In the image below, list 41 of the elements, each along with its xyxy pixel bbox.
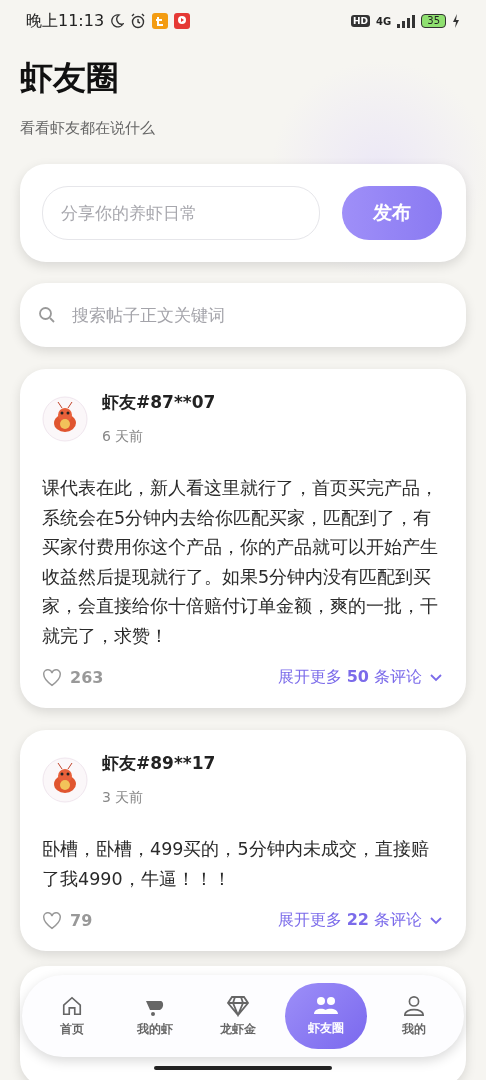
post-body: 卧槽，卧槽，499买的，5分钟内未成交，直接赔了我4990，牛逼！！！: [42, 838, 430, 891]
page-subtitle: 看看虾友都在说什么: [20, 119, 156, 138]
app-icon: [174, 13, 191, 29]
post-input[interactable]: 分享你的养虾日常: [42, 186, 320, 240]
crayfish-avatar: [42, 756, 88, 803]
nav-tab[interactable]: 虾友圈: [285, 983, 368, 1049]
charging-icon: [452, 14, 460, 28]
nav-tab[interactable]: 我的: [378, 988, 451, 1044]
network-label: 4G: [376, 15, 392, 27]
nav-tab[interactable]: 首页: [35, 988, 108, 1044]
crayfish-avatar: [42, 395, 88, 442]
expand-comments-link[interactable]: 展开更多 50 条评论: [277, 667, 442, 688]
signal-icon: [397, 14, 416, 28]
nav-tab[interactable]: 我的虾: [118, 988, 191, 1044]
search-bar[interactable]: 搜索帖子正文关键词: [20, 283, 466, 347]
app-icon: [152, 13, 169, 29]
post-time: 6 天前: [102, 428, 145, 446]
search-icon: [38, 306, 56, 324]
chevron-down-icon: [430, 916, 442, 925]
status-time: 晚上11:13: [26, 10, 105, 32]
battery-level: 35: [421, 14, 446, 28]
publish-button[interactable]: 发布: [342, 186, 442, 240]
moon-icon: [110, 14, 125, 28]
user-icon: [403, 994, 426, 1017]
expand-comments-link[interactable]: 展开更多 22 条评论: [277, 910, 442, 931]
user-name: 虾友#89**17: [102, 752, 216, 775]
page-title: 虾友圈: [20, 57, 120, 99]
people-icon: [313, 995, 340, 1016]
post-time: 3 天前: [102, 789, 145, 807]
like-count: 263: [70, 668, 104, 687]
chevron-down-icon: [430, 673, 442, 682]
nav-tab[interactable]: 龙虾金: [201, 988, 274, 1044]
home-icon: [60, 994, 83, 1017]
diamond-icon: [225, 994, 250, 1017]
like-count: 79: [70, 911, 93, 930]
user-name: 虾友#87**07: [102, 391, 216, 414]
heart-icon[interactable]: [42, 911, 62, 930]
alarm-icon: [130, 13, 147, 29]
hd-badge: HD: [351, 15, 371, 27]
post-body: 课代表在此，新人看这里就行了，首页买完产品，系统会在5分钟内去给你匹配买家，匹配到了，有买家付费用你这个产品，你的产品就可以开始产生收益然后提现就行了。如果5分钟内没有匹配到买家，会直接给你十倍赔付订单金额，爽的一批，干就完了，求赞！: [42, 477, 439, 648]
heart-icon[interactable]: [42, 668, 62, 687]
